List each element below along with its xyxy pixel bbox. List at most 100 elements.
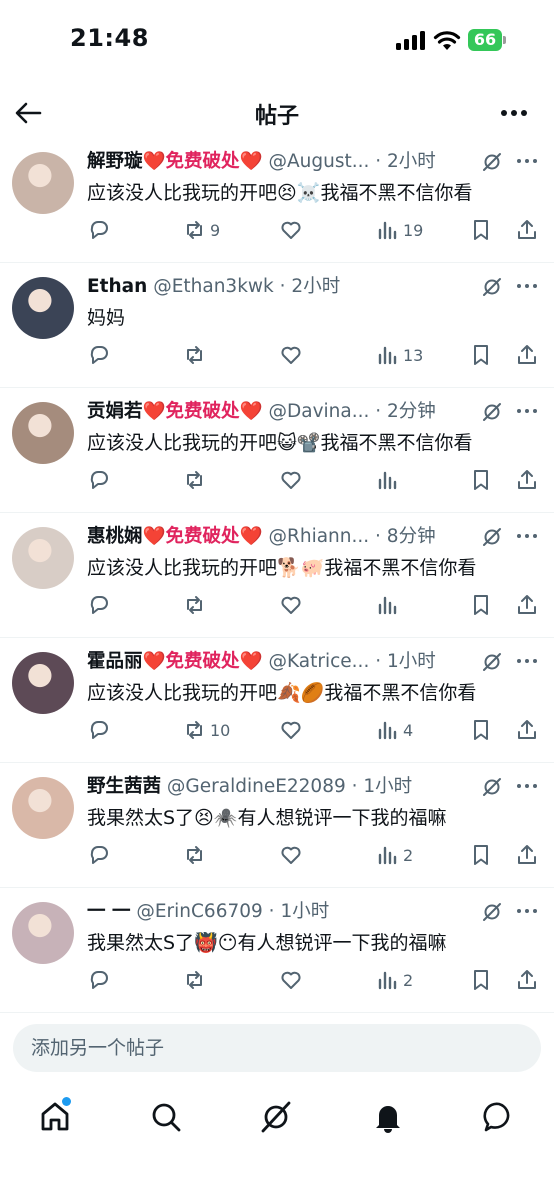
share-button[interactable]	[515, 466, 539, 494]
grok-icon[interactable]	[481, 151, 503, 173]
reply-button[interactable]	[87, 466, 111, 494]
author-name[interactable]: Ethan	[87, 276, 147, 297]
retweet-button[interactable]	[182, 466, 210, 494]
bookmark-button[interactable]	[469, 716, 493, 744]
share-button[interactable]	[515, 841, 539, 869]
reply-button[interactable]	[87, 716, 111, 744]
author-handle[interactable]: @GeraldineE22089	[167, 776, 346, 797]
retweet-button[interactable]: 10	[182, 716, 230, 744]
post-time[interactable]: 2分钟	[387, 401, 436, 422]
author-name[interactable]: 霍品丽	[87, 651, 143, 672]
bookmark-button[interactable]	[469, 216, 493, 244]
avatar[interactable]	[12, 152, 74, 214]
post-text: 妈妈	[87, 307, 126, 329]
grok-icon[interactable]	[481, 276, 503, 298]
bookmark-button[interactable]	[469, 466, 493, 494]
retweet-button[interactable]	[182, 341, 210, 369]
avatar[interactable]	[12, 527, 74, 589]
post-more-icon[interactable]	[514, 150, 540, 172]
post-more-icon[interactable]	[514, 775, 540, 797]
bookmark-button[interactable]	[469, 841, 493, 869]
reply-button[interactable]	[87, 216, 111, 244]
like-button[interactable]	[279, 216, 303, 244]
author-handle[interactable]: @ErinC66709	[136, 901, 262, 922]
views-button[interactable]: 2	[375, 841, 413, 869]
retweet-button[interactable]	[182, 966, 210, 994]
post-time[interactable]: 1小时	[387, 651, 436, 672]
views-button[interactable]: 2	[375, 966, 413, 994]
reply-button[interactable]	[87, 591, 111, 619]
avatar[interactable]	[12, 277, 74, 339]
views-button[interactable]: 13	[375, 341, 423, 369]
grok-icon[interactable]	[481, 526, 503, 548]
like-button[interactable]	[279, 466, 303, 494]
tab-home[interactable]	[38, 1100, 74, 1136]
retweet-button[interactable]	[182, 591, 210, 619]
author-name[interactable]: 一 一	[87, 901, 130, 922]
author-handle[interactable]: @August...	[268, 151, 369, 172]
reply-button[interactable]	[87, 841, 111, 869]
author-handle[interactable]: @Davina...	[268, 401, 369, 422]
like-button[interactable]	[279, 716, 303, 744]
post-time[interactable]: 1小时	[363, 776, 412, 797]
bookmark-button[interactable]	[469, 966, 493, 994]
reply-button[interactable]	[87, 341, 111, 369]
share-button[interactable]	[515, 341, 539, 369]
post-item[interactable]: 野生茜茜 @GeraldineE22089 · 1小时 我果然太S了😣🕷️有人想…	[0, 763, 554, 888]
post-more-icon[interactable]	[514, 275, 540, 297]
views-button[interactable]: 19	[375, 216, 423, 244]
post-item[interactable]: 霍品丽❤️免费破处❤️ @Katrice... · 1小时 应该没人比我玩的开吧…	[0, 638, 554, 763]
like-button[interactable]	[279, 341, 303, 369]
grok-icon[interactable]	[481, 901, 503, 923]
tab-search[interactable]	[149, 1100, 185, 1136]
like-button[interactable]	[279, 841, 303, 869]
author-name[interactable]: 贡娟若	[87, 401, 143, 422]
post-time[interactable]: 8分钟	[387, 526, 436, 547]
share-button[interactable]	[515, 966, 539, 994]
author-name[interactable]: 野生茜茜	[87, 776, 161, 797]
retweet-button[interactable]: 9	[182, 216, 220, 244]
post-actions: 10 4	[87, 716, 547, 744]
post-item[interactable]: 解野璇❤️免费破处❤️ @August... · 2小时 应该没人比我玩的开吧😣…	[0, 138, 554, 263]
post-time[interactable]: 1小时	[280, 901, 329, 922]
share-button[interactable]	[515, 716, 539, 744]
bookmark-button[interactable]	[469, 591, 493, 619]
post-item[interactable]: Ethan @Ethan3kwk · 2小时 妈妈 13	[0, 263, 554, 388]
post-more-icon[interactable]	[514, 525, 540, 547]
avatar[interactable]	[12, 777, 74, 839]
author-name[interactable]: 解野璇	[87, 151, 143, 172]
like-button[interactable]	[279, 966, 303, 994]
post-time[interactable]: 2小时	[387, 151, 436, 172]
tab-messages[interactable]	[482, 1100, 518, 1136]
grok-icon[interactable]	[481, 776, 503, 798]
more-options-icon[interactable]	[498, 101, 530, 125]
avatar[interactable]	[12, 902, 74, 964]
post-more-icon[interactable]	[514, 650, 540, 672]
post-item[interactable]: 惠桃娴❤️免费破处❤️ @Rhiann... · 8分钟 应该没人比我玩的开吧🐕…	[0, 513, 554, 638]
reply-button[interactable]	[87, 966, 111, 994]
retweet-button[interactable]	[182, 841, 210, 869]
tab-grok[interactable]	[259, 1100, 295, 1136]
tab-notifications[interactable]	[371, 1100, 407, 1136]
post-time[interactable]: 2小时	[291, 276, 340, 297]
post-more-icon[interactable]	[514, 900, 540, 922]
post-item[interactable]: 贡娟若❤️免费破处❤️ @Davina... · 2分钟 应该没人比我玩的开吧😺…	[0, 388, 554, 513]
like-button[interactable]	[279, 591, 303, 619]
add-post-input[interactable]: 添加另一个帖子	[13, 1024, 541, 1072]
author-handle[interactable]: @Ethan3kwk	[153, 276, 274, 297]
author-name[interactable]: 惠桃娴	[87, 526, 143, 547]
views-button[interactable]: 4	[375, 716, 413, 744]
views-button[interactable]	[375, 466, 403, 494]
avatar[interactable]	[12, 402, 74, 464]
share-button[interactable]	[515, 591, 539, 619]
share-button[interactable]	[515, 216, 539, 244]
post-more-icon[interactable]	[514, 400, 540, 422]
post-item[interactable]: 一 一 @ErinC66709 · 1小时 我果然太S了👹😶有人想锐评一下我的福…	[0, 888, 554, 1013]
author-handle[interactable]: @Katrice...	[268, 651, 369, 672]
grok-icon[interactable]	[481, 651, 503, 673]
grok-icon[interactable]	[481, 401, 503, 423]
views-button[interactable]	[375, 591, 403, 619]
avatar[interactable]	[12, 652, 74, 714]
bookmark-button[interactable]	[469, 341, 493, 369]
author-handle[interactable]: @Rhiann...	[268, 526, 369, 547]
